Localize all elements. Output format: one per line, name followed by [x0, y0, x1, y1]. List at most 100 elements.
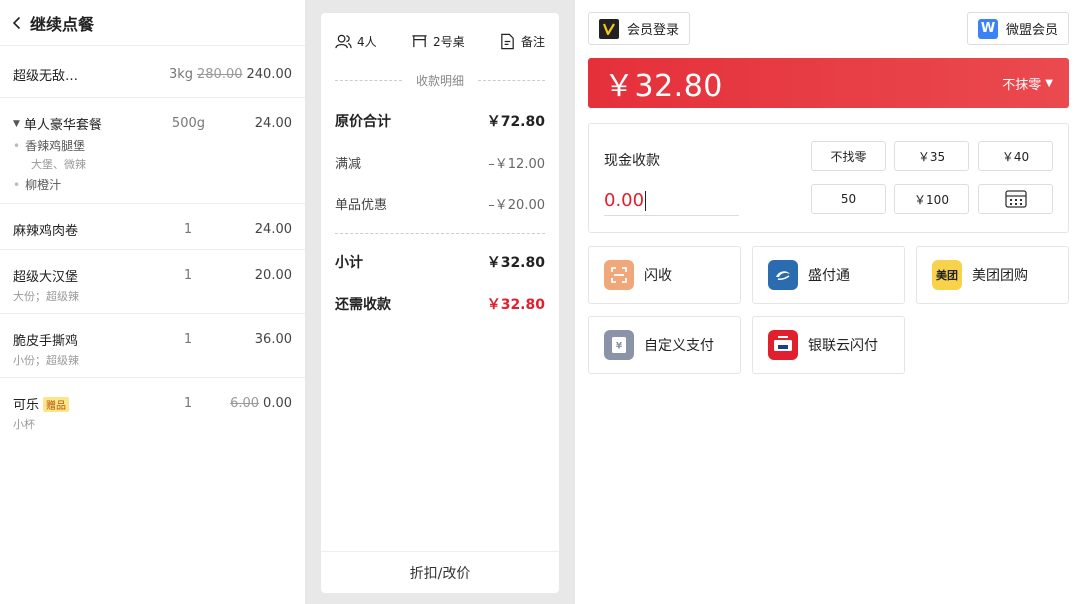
chevron-left-icon[interactable]	[10, 16, 24, 30]
item-note: 大份；超级辣	[13, 290, 79, 303]
combo-sub-item: • 柳橙汁	[13, 178, 62, 192]
item-price: 20.00	[254, 268, 292, 283]
item-name: 超级大汉堡	[13, 270, 79, 285]
subtotal-value: ￥32.80	[486, 255, 545, 271]
page-title: 继续点餐	[30, 14, 95, 34]
table-number[interactable]: 2号桌	[411, 33, 465, 50]
item-qty: 3kg	[168, 67, 193, 82]
order-item[interactable]: 超级无敌小龙虾爆好吃… 3kg 280.00 240.00	[0, 46, 305, 98]
calculator-icon	[1004, 190, 1027, 208]
item-qty: 1	[183, 332, 193, 347]
weimeng-member-button[interactable]: W 微盟会员	[966, 12, 1069, 45]
item-discount-value: –￥20.00	[488, 198, 545, 213]
pay-method-shengfutong[interactable]: 盛付通	[752, 246, 905, 304]
order-item[interactable]: ▼ 单人豪华套餐 500g 24.00 • 香辣鸡腿堡 大堡、微辣 • 柳橙汁	[0, 98, 305, 204]
item-price: 240.00	[246, 67, 293, 82]
remark-button[interactable]: 备注	[499, 33, 545, 50]
item-discount-row: 单品优惠 –￥20.00	[321, 194, 559, 213]
item-original-price: 6.00	[230, 396, 260, 411]
item-price: 36.00	[254, 332, 292, 347]
keypad-button[interactable]	[978, 184, 1053, 214]
guest-count[interactable]: 4人	[335, 33, 377, 50]
text-caret	[645, 190, 647, 211]
order-item[interactable]: 超级大汉堡 1 20.00 大份；超级辣	[0, 250, 305, 314]
cash-amount-input[interactable]: 0.00	[604, 186, 739, 216]
table-number-label: 2号桌	[432, 35, 465, 49]
amount-due-label: 还需收款	[335, 297, 391, 313]
table-icon	[412, 35, 427, 48]
unionpay-icon	[768, 330, 798, 360]
cash-amount-value: 0.00	[604, 190, 645, 211]
amount-due-row: 还需收款 ￥32.80	[321, 294, 559, 314]
gift-badge: 赠品	[43, 397, 70, 412]
item-name: 单人豪华套餐	[23, 118, 102, 133]
payment-detail-card: 4人 2号桌 备注 收款明细 原价合计 ￥72.80 满减 –￥12.00 单品…	[321, 13, 559, 593]
item-qty: 1	[183, 222, 193, 237]
quick-amount-35[interactable]: ￥35	[894, 141, 969, 171]
scan-icon	[604, 260, 634, 290]
pay-method-shanshou[interactable]: 闪收	[588, 246, 741, 304]
custom-pay-icon: ¥	[604, 330, 634, 360]
order-item[interactable]: 可乐 赠品 1 6.00 0.00 小杯	[0, 378, 305, 442]
cash-payment-label: 现金收款	[604, 153, 660, 169]
amount-due-bar: ￥32.80 不抹零 ▼	[588, 58, 1069, 108]
svg-text:¥: ¥	[616, 342, 623, 352]
quick-amount-100[interactable]: ￥100	[894, 184, 969, 214]
pay-method-custom[interactable]: ¥ 自定义支付	[588, 316, 741, 374]
item-price: 24.00	[254, 222, 292, 237]
full-reduction-label: 满减	[335, 157, 362, 172]
item-name: 可乐	[13, 398, 40, 413]
weimeng-member-label: 微盟会员	[1005, 23, 1058, 38]
order-list-panel: 继续点餐 超级无敌小龙虾爆好吃… 3kg 280.00 240.00 ▼ 单人豪…	[0, 0, 305, 604]
cash-payment-box: 现金收款 0.00 不找零 ￥35 ￥40 50 ￥100	[588, 123, 1069, 233]
item-qty: 1	[183, 396, 193, 411]
discount-edit-price-button[interactable]: 折扣/改价	[321, 551, 559, 593]
payment-detail-divider: 收款明细	[335, 72, 546, 89]
original-total-value: ￥72.80	[486, 114, 545, 130]
quick-amount-50[interactable]: 50	[811, 184, 886, 214]
item-qty: 500g	[171, 116, 205, 131]
item-price-wrap: 6.00 0.00	[212, 396, 292, 411]
weimeng-logo-icon: W	[977, 18, 998, 39]
pay-method-meituan[interactable]: 美团 美团团购	[916, 246, 1069, 304]
combo-sub-item: • 香辣鸡腿堡	[13, 139, 86, 153]
combo-sub-item-note: 大堡、微辣	[31, 158, 86, 171]
item-note: 小份；超级辣	[13, 354, 79, 367]
item-price: 0.00	[263, 396, 292, 411]
item-price: 24.00	[254, 116, 292, 131]
v-logo-icon	[599, 18, 619, 39]
order-item[interactable]: 麻辣鸡肉卷 1 24.00	[0, 204, 305, 250]
item-original-price: 280.00	[197, 67, 243, 82]
item-name: 脆皮手撕鸡	[13, 334, 79, 349]
pay-method-label: 美团团购	[972, 268, 1028, 284]
expand-triangle-icon[interactable]: ▼	[13, 119, 20, 129]
amount-due-value: ￥32.80	[486, 297, 545, 313]
pay-method-label: 盛付通	[808, 268, 850, 284]
item-qty: 1	[183, 268, 193, 283]
item-discount-label: 单品优惠	[335, 198, 388, 213]
quick-amount-no-change[interactable]: 不找零	[811, 141, 886, 171]
shengfutong-icon	[768, 260, 798, 290]
order-item[interactable]: 脆皮手撕鸡 1 36.00 小份；超级辣	[0, 314, 305, 378]
item-name: 超级无敌小龙虾爆好吃…	[13, 69, 91, 84]
full-reduction-row: 满减 –￥12.00	[321, 153, 559, 172]
guest-count-label: 4人	[357, 35, 377, 49]
item-note: 小杯	[13, 418, 35, 431]
note-icon	[501, 33, 514, 50]
full-reduction-value: –￥12.00	[488, 157, 545, 172]
people-icon	[335, 34, 352, 49]
item-name-wrap: 可乐 赠品	[13, 394, 164, 413]
item-name: 麻辣鸡肉卷	[13, 224, 79, 239]
rounding-dropdown[interactable]: 不抹零 ▼	[1002, 74, 1053, 93]
pay-method-label: 自定义支付	[644, 338, 714, 354]
pay-method-unionpay[interactable]: 银联云闪付	[752, 316, 905, 374]
amount-due-display: ￥32.80	[604, 69, 723, 104]
continue-ordering-header[interactable]: 继续点餐	[0, 0, 305, 46]
subtotal-row: 小计 ￥32.80	[321, 252, 559, 272]
remark-label: 备注	[520, 35, 545, 49]
meituan-icon: 美团	[932, 260, 962, 290]
member-login-button[interactable]: 会员登录	[588, 12, 691, 45]
quick-amount-40[interactable]: ￥40	[978, 141, 1053, 171]
divider	[335, 233, 545, 234]
caret-down-icon: ▼	[1045, 77, 1053, 89]
